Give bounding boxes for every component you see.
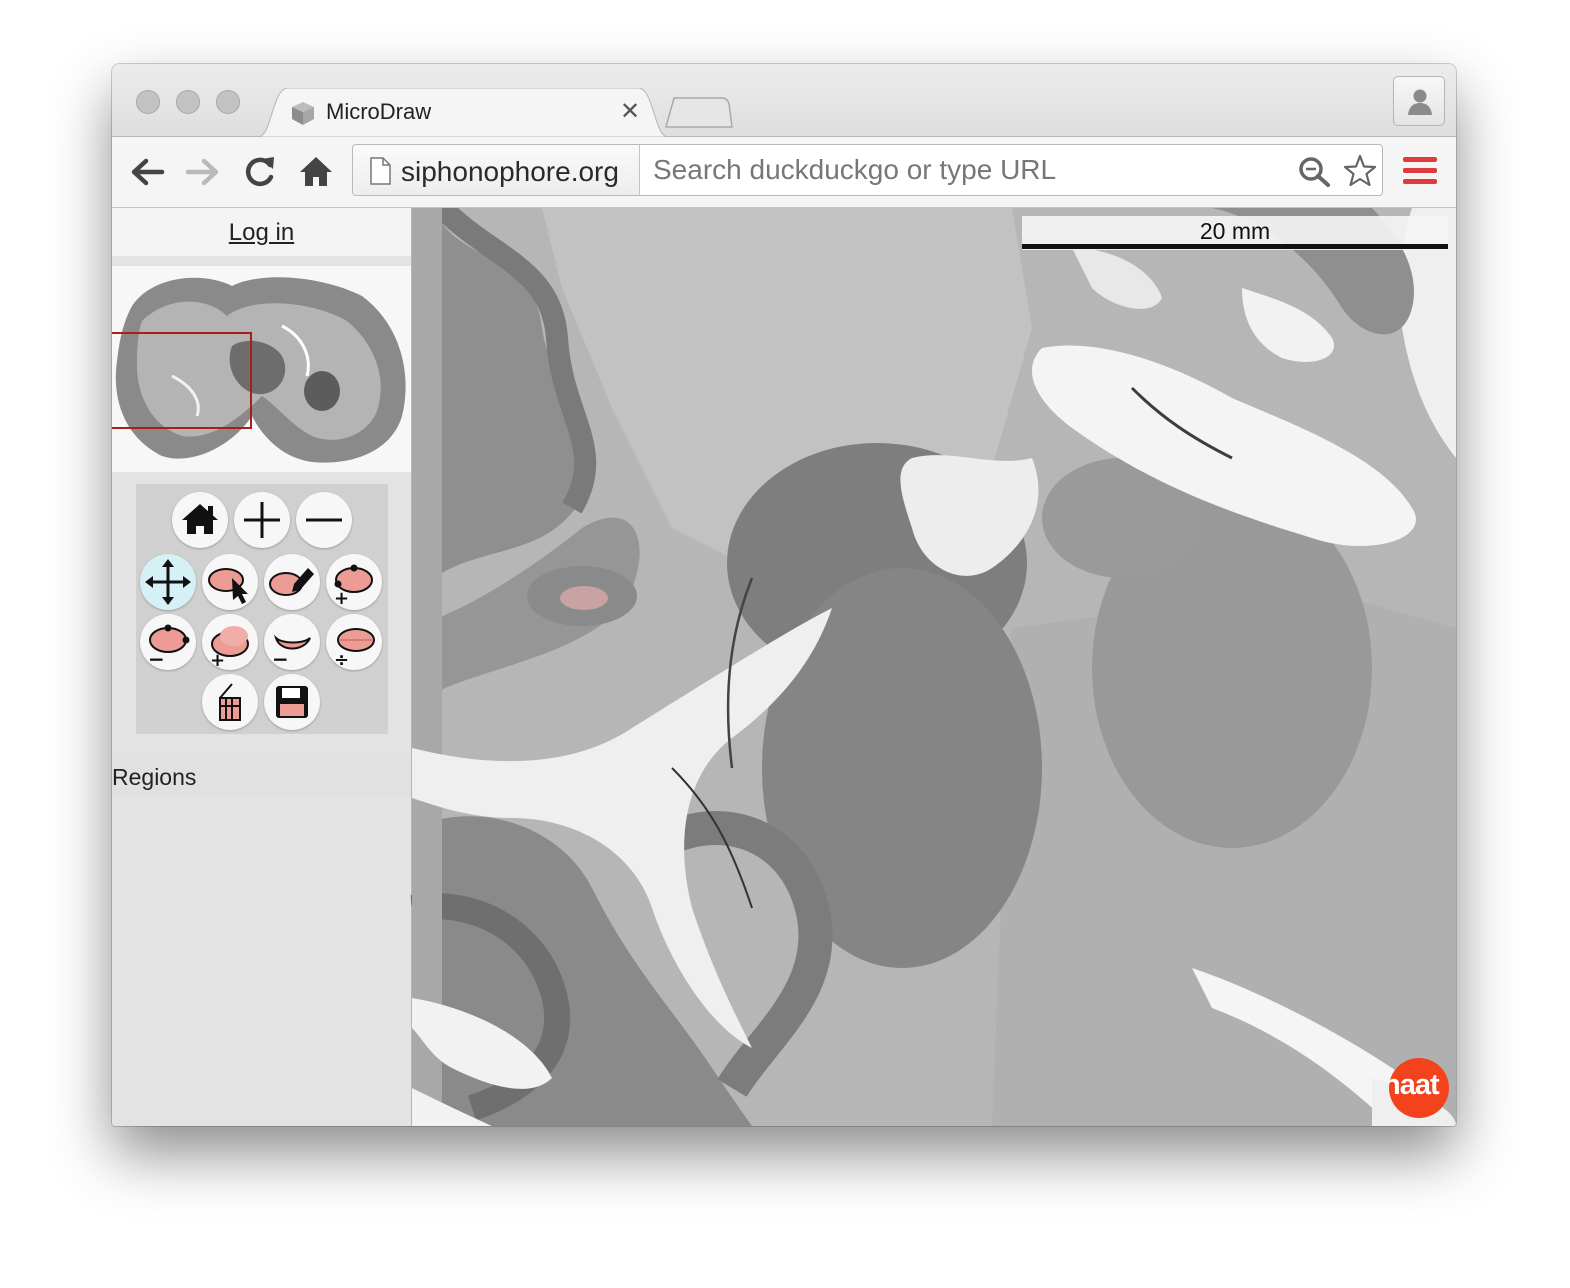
star-icon[interactable] bbox=[1343, 154, 1377, 188]
regions-label: Regions bbox=[112, 764, 197, 790]
profile-button[interactable] bbox=[1393, 76, 1445, 126]
regions-header: Regions bbox=[112, 758, 411, 796]
union-icon: + bbox=[210, 626, 249, 670]
forward-arrow-icon[interactable] bbox=[182, 153, 222, 191]
hamburger-menu-icon[interactable] bbox=[1403, 157, 1437, 187]
scale-bar-line bbox=[1022, 244, 1448, 249]
page-icon bbox=[370, 157, 391, 185]
search-input[interactable] bbox=[653, 153, 1293, 187]
svg-text:÷: ÷ bbox=[334, 650, 349, 670]
scale-bar: 20 mm bbox=[1022, 216, 1448, 250]
home-icon bbox=[182, 504, 218, 534]
close-window-button[interactable] bbox=[136, 90, 160, 114]
subtract-icon: − bbox=[272, 634, 311, 670]
tab-strip: MicroDraw ✕ bbox=[112, 64, 1456, 137]
zoom-out-button[interactable] bbox=[296, 492, 352, 548]
login-row: Log in bbox=[112, 208, 411, 256]
save-icon bbox=[276, 686, 308, 718]
zoom-in-button[interactable] bbox=[234, 492, 290, 548]
select-region-button[interactable] bbox=[202, 554, 258, 610]
draw-region-button[interactable] bbox=[264, 554, 320, 610]
split-icon: ÷ bbox=[334, 628, 375, 670]
page-content: Log in + − + − ÷ Regions 20 mm naat bbox=[112, 208, 1456, 1126]
svg-text:+: + bbox=[334, 588, 349, 609]
logo-text: naat bbox=[1389, 1069, 1440, 1101]
home-icon[interactable] bbox=[296, 153, 336, 191]
measure-button[interactable] bbox=[202, 674, 258, 730]
cube-favicon-icon bbox=[292, 102, 314, 125]
address-bar[interactable]: siphonophore.org bbox=[352, 144, 1383, 196]
naat-logo[interactable]: naat bbox=[1389, 1058, 1449, 1118]
delete-point-button[interactable]: − bbox=[140, 614, 196, 670]
measure-icon bbox=[219, 683, 241, 721]
delete-point-icon: − bbox=[148, 624, 190, 670]
browser-window: MicroDraw ✕ siphonophore.org Search duck… bbox=[112, 64, 1456, 1126]
minimize-window-button[interactable] bbox=[176, 90, 200, 114]
reload-icon[interactable] bbox=[240, 153, 280, 191]
draw-icon bbox=[269, 568, 314, 596]
move-tool-button[interactable] bbox=[140, 554, 196, 610]
new-tab-button[interactable] bbox=[664, 96, 734, 128]
split-button[interactable]: ÷ bbox=[326, 614, 382, 670]
svg-text:−: − bbox=[148, 647, 165, 670]
zoom-in-icon bbox=[244, 502, 280, 538]
login-link[interactable]: Log in bbox=[112, 219, 411, 247]
zoom-out-icon bbox=[306, 518, 342, 522]
search-icon[interactable] bbox=[1298, 156, 1332, 188]
profile-icon bbox=[1408, 89, 1432, 115]
address-origin-text: siphonophore.org bbox=[401, 156, 619, 187]
browser-toolbar: siphonophore.org bbox=[112, 137, 1456, 208]
subtract-button[interactable]: − bbox=[264, 614, 320, 670]
tab-title: MicroDraw bbox=[326, 99, 432, 124]
tab-close-icon[interactable]: ✕ bbox=[618, 98, 642, 126]
add-point-button[interactable]: + bbox=[326, 554, 382, 610]
add-point-icon: + bbox=[334, 564, 373, 609]
back-arrow-icon[interactable] bbox=[128, 153, 168, 191]
save-button[interactable] bbox=[264, 674, 320, 730]
sidebar: Log in + − + − ÷ Regions bbox=[112, 208, 411, 1126]
svg-text:−: − bbox=[272, 647, 289, 670]
maximize-window-button[interactable] bbox=[216, 90, 240, 114]
viewport-indicator bbox=[112, 332, 252, 429]
navigator-thumbnail[interactable] bbox=[112, 266, 411, 472]
svg-text:+: + bbox=[210, 650, 225, 670]
scale-bar-label: 20 mm bbox=[1199, 218, 1271, 244]
tool-panel: + − + − ÷ bbox=[136, 484, 388, 734]
tab-microdraw[interactable] bbox=[258, 88, 668, 137]
select-region-icon bbox=[208, 568, 248, 604]
home-button[interactable] bbox=[172, 492, 228, 548]
address-origin[interactable]: siphonophore.org bbox=[353, 145, 640, 195]
union-button[interactable]: + bbox=[202, 614, 258, 670]
move-icon bbox=[145, 559, 191, 605]
